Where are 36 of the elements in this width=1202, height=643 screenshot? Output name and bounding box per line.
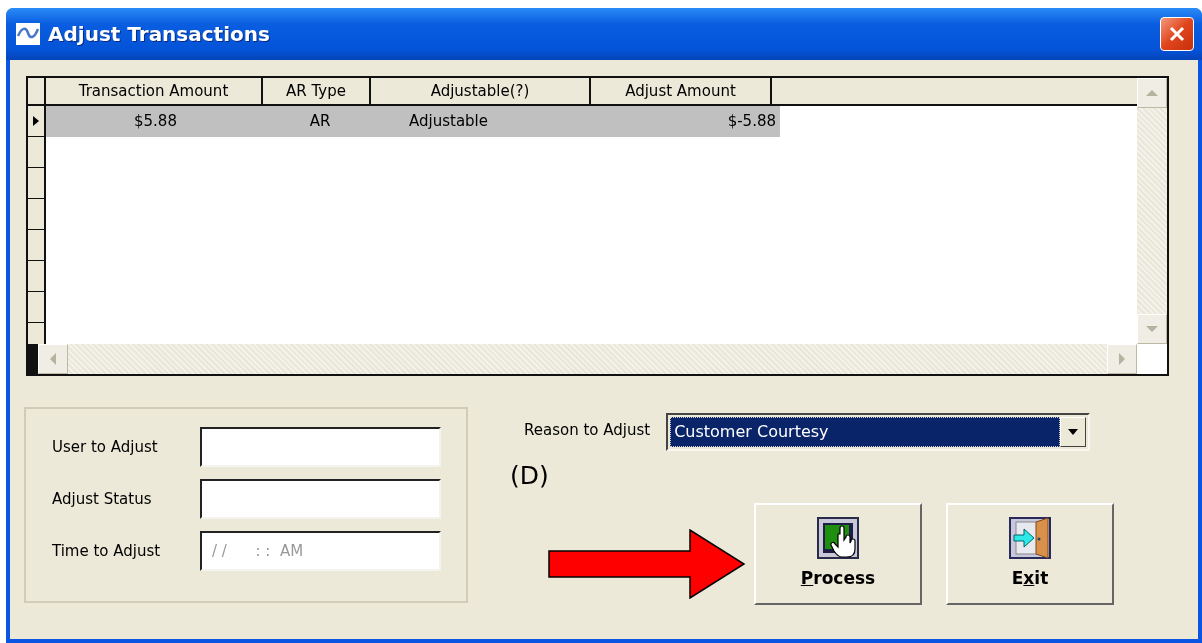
column-header[interactable]: Transaction Amount bbox=[46, 78, 263, 104]
field-label: Time to Adjust bbox=[52, 540, 162, 562]
table-cell: $5.88 bbox=[46, 106, 265, 137]
left-arrow-icon bbox=[49, 353, 57, 365]
scroll-right-button[interactable] bbox=[1107, 344, 1137, 374]
field-label: User to Adjust bbox=[52, 436, 159, 458]
scroll-up-button[interactable] bbox=[1137, 78, 1167, 108]
close-button[interactable] bbox=[1160, 17, 1194, 51]
field-label: Reason to Adjust bbox=[524, 420, 651, 441]
arrow-icon bbox=[548, 529, 746, 599]
process-button[interactable]: Process bbox=[754, 503, 922, 605]
scroll-down-button[interactable] bbox=[1137, 314, 1167, 344]
scroll-left-button[interactable] bbox=[38, 344, 68, 374]
caret-icon bbox=[1068, 429, 1079, 435]
column-header[interactable]: Adjust Amount bbox=[591, 78, 772, 104]
hand-icon bbox=[816, 516, 860, 561]
exit-button[interactable]: Exit bbox=[946, 503, 1114, 605]
reason-dropdown[interactable]: Customer Courtesy bbox=[666, 413, 1091, 451]
up-arrow-icon bbox=[1146, 89, 1158, 97]
input-field[interactable]: / / : : AM bbox=[200, 531, 441, 571]
door-exit-icon bbox=[1008, 516, 1052, 561]
column-header[interactable]: AR Type bbox=[263, 78, 371, 104]
table-cell: Adjustable bbox=[375, 106, 597, 137]
column-header[interactable]: Adjustable(?) bbox=[371, 78, 591, 104]
window-title: Adjust Transactions bbox=[48, 21, 271, 48]
annotation-label: (D) bbox=[510, 460, 549, 492]
down-arrow-icon bbox=[1146, 325, 1158, 333]
table-cell: $-5.88 bbox=[597, 106, 780, 137]
input-field[interactable] bbox=[200, 427, 441, 467]
dropdown-arrow-button[interactable] bbox=[1060, 417, 1087, 447]
app-icon bbox=[16, 23, 40, 45]
right-arrow-icon bbox=[1118, 353, 1126, 365]
input-field[interactable] bbox=[200, 479, 441, 519]
table-cell: AR bbox=[265, 106, 375, 137]
close-icon bbox=[1168, 25, 1186, 43]
field-label: Adjust Status bbox=[52, 488, 153, 510]
